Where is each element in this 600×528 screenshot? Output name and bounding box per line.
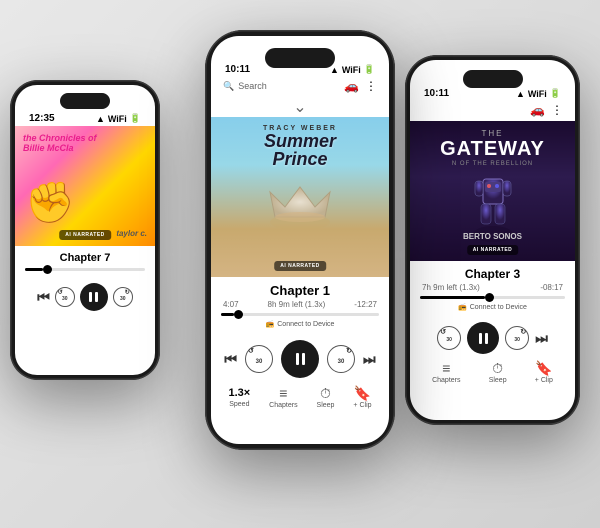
pause-icon-center <box>296 353 305 365</box>
book-info-left: Chapter 7 3:10 6h 5m left (1.3x) 📻 Conne… <box>15 246 155 279</box>
phone-left-screen: 12:35 ▲ WiFi 🔋 the Chronicles ofBillie M… <box>15 85 155 375</box>
skip-fwd-center[interactable]: ⏭ <box>363 351 376 368</box>
clip-right[interactable]: 🔖 + Clip <box>535 361 553 384</box>
billie-author: taylor c. <box>116 229 147 238</box>
ai-narrated-center: AI NARRATED <box>274 261 326 271</box>
jump-fwd-center[interactable]: ↻ 30 <box>327 345 355 373</box>
chapters-right[interactable]: ≡ Chapters <box>432 361 460 384</box>
elapsed-center: 4:07 <box>223 300 239 309</box>
pause-icon-right <box>479 333 488 344</box>
connect-center[interactable]: 📻 Connect to Device <box>221 320 379 328</box>
jump-back-center[interactable]: ↺ 30 <box>245 345 273 373</box>
ai-narrated-right: AI NARRATED <box>467 245 519 255</box>
phone-right: 10:11 ▲ WiFi 🔋 🚗 ⋮ THE GATEWA <box>405 55 580 425</box>
chapter-center: Chapter 1 <box>221 283 379 298</box>
gateway-author: BERTO SONOS <box>410 232 575 241</box>
pause-btn-center[interactable] <box>281 340 319 378</box>
status-icons-left: ▲ WiFi 🔋 <box>96 113 141 124</box>
menu-icon-right[interactable]: ⋮ <box>551 103 563 117</box>
phone-center-screen: 10:11 ▲ WiFi 🔋 🔍 Search 🚗 ⋮ ⌄ <box>211 36 389 444</box>
top-nav-right: 🚗 ⋮ <box>410 101 575 121</box>
controls-left: ⏮ ↺ 30 ↻ 30 <box>15 279 155 313</box>
menu-icon[interactable]: ⋮ <box>365 79 377 93</box>
progress-thumb-center <box>234 310 243 319</box>
chapter-left: Chapter 7 <box>25 252 145 264</box>
progress-fill-center <box>221 313 234 316</box>
pause-icon-left <box>89 292 98 302</box>
phone-center: 10:11 ▲ WiFi 🔋 🔍 Search 🚗 ⋮ ⌄ <box>205 30 395 450</box>
timeleft-right: -08:17 <box>540 283 563 292</box>
progress-thumb-left <box>43 265 52 274</box>
controls-center: ⏮ ↺ 30 ↻ 30 ⏭ <box>211 334 389 382</box>
clip-center[interactable]: 🔖 + Clip <box>353 386 371 409</box>
pause-btn-right[interactable] <box>467 322 499 354</box>
car-icon-right[interactable]: 🚗 <box>530 103 545 117</box>
connect-right[interactable]: 📻 Connect to Device <box>420 303 565 311</box>
status-icons-right: ▲ WiFi 🔋 <box>516 88 561 99</box>
ai-narrated-left: AI NARRATED <box>59 230 111 240</box>
jump-back-right[interactable]: ↺ 30 <box>437 326 461 350</box>
sleep-center[interactable]: ⏱ Sleep <box>317 386 335 409</box>
nav-icons-right: 🚗 ⋮ <box>530 103 563 117</box>
cover-art-right: THE GATEWAY N OF THE REBELLION <box>410 121 575 261</box>
cover-art-left: the Chronicles ofBillie McCla ✊ taylor c… <box>15 126 155 246</box>
pause-btn-left[interactable] <box>80 283 108 311</box>
toolbar-right: ≡ Chapters ⏱ Sleep 🔖 + Clip <box>410 357 575 390</box>
time-center: 10:11 <box>225 64 250 75</box>
sleep-right[interactable]: ⏱ Sleep <box>489 361 507 384</box>
skip-back-left[interactable]: ⏮ <box>37 289 50 306</box>
cover-billie: the Chronicles ofBillie McCla ✊ taylor c… <box>15 126 155 246</box>
progress-left <box>25 268 145 271</box>
book-info-center: Chapter 1 4:07 8h 9m left (1.3x) -12:27 … <box>211 277 389 334</box>
cover-summer: TRACY WEBER SummerPrince <box>211 117 389 277</box>
time-left: 12:35 <box>29 113 55 124</box>
cover-gateway: THE GATEWAY N OF THE REBELLION <box>410 121 575 261</box>
search-icon: 🔍 <box>223 81 234 92</box>
time-row-right: 7h 9m left (1.3x) -08:17 <box>420 283 565 292</box>
jump-back-left[interactable]: ↺ 30 <box>55 287 75 307</box>
skip-fwd-right[interactable]: ⏭ <box>535 330 548 347</box>
summer-book-title: SummerPrince <box>211 132 389 168</box>
chapters-center[interactable]: ≡ Chapters <box>269 386 297 409</box>
time-row-center: 4:07 8h 9m left (1.3x) -12:27 <box>221 300 379 309</box>
chevron-down[interactable]: ⌄ <box>211 97 389 117</box>
billie-hand: ✊ <box>25 179 75 226</box>
book-info-right: Chapter 3 7h 9m left (1.3x) -08:17 📻 Con… <box>410 261 575 317</box>
chapter-right: Chapter 3 <box>420 267 565 281</box>
time-right: 10:11 <box>424 88 449 99</box>
skip-back-center[interactable]: ⏮ <box>224 351 237 368</box>
top-nav-center: 🔍 Search 🚗 ⋮ <box>211 77 389 97</box>
jump-fwd-left[interactable]: ↻ 30 <box>113 287 133 307</box>
dynamic-island-left <box>60 93 110 109</box>
crown-icon <box>265 182 335 232</box>
jump-fwd-right[interactable]: ↻ 30 <box>505 326 529 350</box>
cover-art-center: TRACY WEBER SummerPrince <box>211 117 389 277</box>
summer-title-area: TRACY WEBER SummerPrince <box>211 125 389 168</box>
progress-thumb-right <box>485 293 494 302</box>
toolbar-center: 1.3× Speed ≡ Chapters ⏱ Sleep 🔖 + Clip <box>211 382 389 415</box>
phone-left: 12:35 ▲ WiFi 🔋 the Chronicles ofBillie M… <box>10 80 160 380</box>
billie-title: the Chronicles ofBillie McCla <box>23 134 97 154</box>
progress-fill-right <box>420 296 485 299</box>
progress-center <box>221 313 379 316</box>
speed-center[interactable]: 1.3× Speed <box>228 387 250 408</box>
gateway-title-area: THE GATEWAY N OF THE REBELLION <box>410 129 575 167</box>
elapsed-right: 7h 9m left (1.3x) <box>422 283 480 292</box>
search-bar[interactable]: 🔍 Search <box>223 81 267 92</box>
dynamic-island-right <box>463 70 523 88</box>
remaining-center: 8h 9m left (1.3x) <box>268 300 326 309</box>
controls-right: ↺ 30 ↻ 30 ⏭ <box>410 317 575 357</box>
car-icon[interactable]: 🚗 <box>344 79 359 93</box>
phone-right-screen: 10:11 ▲ WiFi 🔋 🚗 ⋮ THE GATEWA <box>410 60 575 420</box>
status-icons-center: ▲ WiFi 🔋 <box>330 64 375 75</box>
timeleft-center: -12:27 <box>354 300 377 309</box>
dynamic-island-center <box>265 48 335 68</box>
progress-fill-left <box>25 268 43 271</box>
nav-icons-center: 🚗 ⋮ <box>344 79 377 93</box>
phones-container: 12:35 ▲ WiFi 🔋 the Chronicles ofBillie M… <box>0 0 600 528</box>
progress-right <box>420 296 565 299</box>
